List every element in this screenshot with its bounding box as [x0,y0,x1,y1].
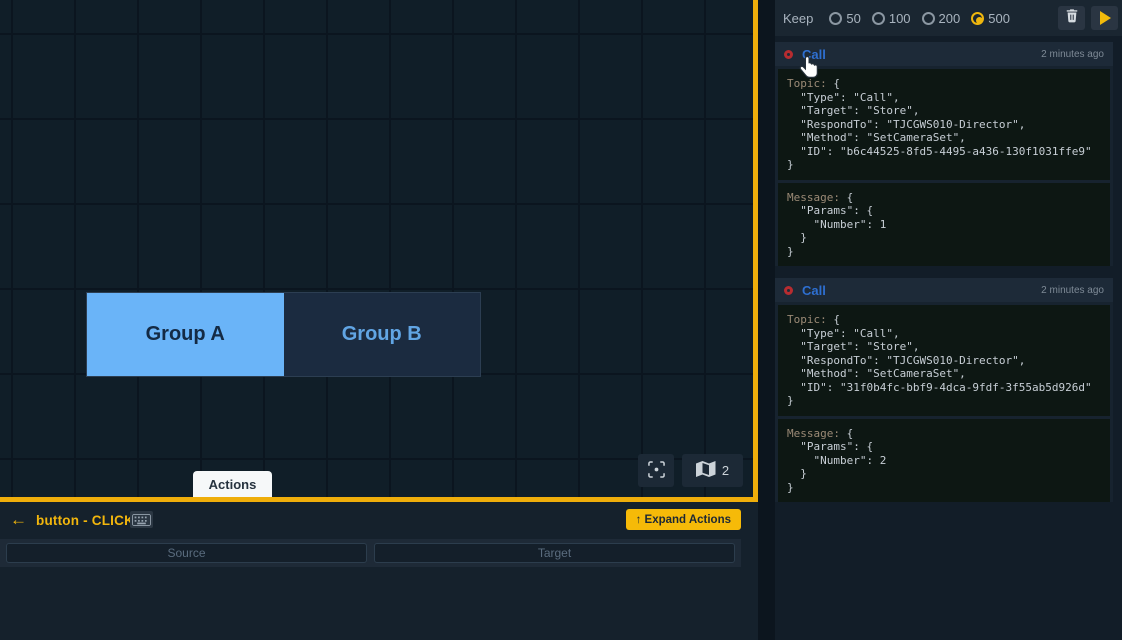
keep-option-100[interactable]: 100 [872,11,911,26]
group-b-button[interactable]: Group B [284,293,481,376]
entry-timestamp: 2 minutes ago [1041,49,1104,60]
expand-actions-button[interactable]: ↑ Expand Actions [626,509,741,530]
target-input[interactable] [374,543,735,563]
keep-option-500[interactable]: 500 [971,11,1010,26]
radio-icon [872,12,885,25]
play-icon [1100,11,1111,25]
action-editor-panel: ← button - CLICK ↑ Expand Actions [0,502,758,640]
minimap-count: 2 [722,463,729,478]
message-entry-header[interactable]: Call 2 minutes ago [775,42,1113,66]
keyboard-icon [130,511,153,528]
trash-icon [1065,8,1079,28]
message-entry: Call 2 minutes ago Topic: { "Type": "Cal… [775,42,1113,266]
group-a-button[interactable]: Group A [87,293,284,376]
minimap-button[interactable]: 2 [682,454,743,487]
map-icon [696,461,716,480]
tab-actions[interactable]: Actions [193,471,272,497]
keep-option-50[interactable]: 50 [829,11,860,26]
keep-toolbar: Keep 50 100 200 500 [775,0,1122,36]
call-status-icon [784,286,793,295]
source-input[interactable] [6,543,367,563]
message-entry-header[interactable]: Call 2 minutes ago [775,278,1113,302]
action-editor-title: button - CLICK [36,513,134,528]
topic-json-block: Topic: { "Type": "Call", "Target": "Stor… [778,69,1110,180]
back-arrow-button[interactable]: ← [10,510,27,530]
message-json-block: Message: { "Params": { "Number": 2 } } [778,419,1110,503]
call-status-icon [784,50,793,59]
entry-timestamp: 2 minutes ago [1041,285,1104,296]
entry-type-label: Call [802,283,826,298]
source-target-bar [0,539,741,567]
stage-canvas[interactable]: Group A Group B 2 [0,0,758,502]
clear-log-button[interactable] [1058,6,1085,30]
message-json-block: Message: { "Params": { "Number": 1 } } [778,183,1110,267]
group-button-container: Group A Group B [86,292,481,377]
radio-icon [922,12,935,25]
replay-button[interactable] [1091,6,1118,30]
topic-json-block: Topic: { "Type": "Call", "Target": "Stor… [778,305,1110,416]
fit-to-screen-icon [648,461,665,481]
message-entry-list: Call 2 minutes ago Topic: { "Type": "Cal… [775,36,1122,502]
fit-to-screen-button[interactable] [638,454,674,487]
message-entry: Call 2 minutes ago Topic: { "Type": "Cal… [775,278,1113,502]
radio-icon [829,12,842,25]
keep-label: Keep [783,11,813,26]
entry-type-label: Call [802,47,826,62]
keep-option-200[interactable]: 200 [922,11,961,26]
radio-icon [971,12,984,25]
message-log-panel: Keep 50 100 200 500 [775,0,1122,640]
